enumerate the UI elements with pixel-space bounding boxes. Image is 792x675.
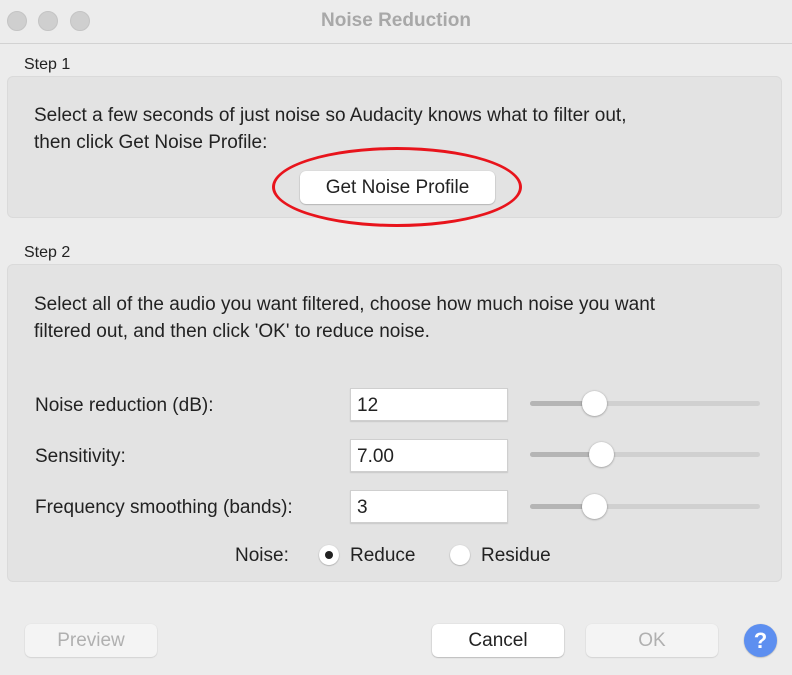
step1-label: Step 1 <box>24 56 71 73</box>
frequency-smoothing-slider[interactable] <box>530 494 760 519</box>
get-noise-profile-button[interactable]: Get Noise Profile <box>300 171 495 204</box>
title-bar: Noise Reduction <box>0 0 792 44</box>
step2-label: Step 2 <box>24 244 71 261</box>
cancel-button[interactable]: Cancel <box>432 624 564 657</box>
noise-reduction-slider[interactable] <box>530 391 760 416</box>
step1-instructions-line2: then click Get Noise Profile: <box>34 132 268 153</box>
reduce-radio[interactable] <box>319 545 339 565</box>
preview-button[interactable]: Preview <box>25 624 157 657</box>
slider-thumb[interactable] <box>582 391 608 416</box>
noise-reduction-input[interactable]: 12 <box>350 388 508 421</box>
help-button[interactable]: ? <box>744 624 777 657</box>
frequency-smoothing-label: Frequency smoothing (bands): <box>35 497 293 518</box>
slider-thumb[interactable] <box>589 442 615 467</box>
question-mark-icon: ? <box>753 628 768 653</box>
sensitivity-slider[interactable] <box>530 442 760 467</box>
step2-instructions-line2: filtered out, and then click 'OK' to red… <box>34 321 430 342</box>
frequency-smoothing-input[interactable]: 3 <box>350 490 508 523</box>
slider-thumb[interactable] <box>582 494 608 519</box>
noise-reduction-label: Noise reduction (dB): <box>35 395 214 416</box>
residue-radio-label[interactable]: Residue <box>481 545 551 567</box>
step2-instructions-line1: Select all of the audio you want filtere… <box>34 294 656 315</box>
reduce-radio-label[interactable]: Reduce <box>350 545 416 567</box>
sensitivity-input[interactable]: 7.00 <box>350 439 508 472</box>
step1-instructions-line1: Select a few seconds of just noise so Au… <box>34 105 627 126</box>
sensitivity-label: Sensitivity: <box>35 446 126 467</box>
radio-selected-dot <box>325 551 333 559</box>
ok-button[interactable]: OK <box>586 624 718 657</box>
residue-radio[interactable] <box>450 545 470 565</box>
window-title: Noise Reduction <box>321 10 471 31</box>
noise-mode-label: Noise: <box>235 545 289 566</box>
